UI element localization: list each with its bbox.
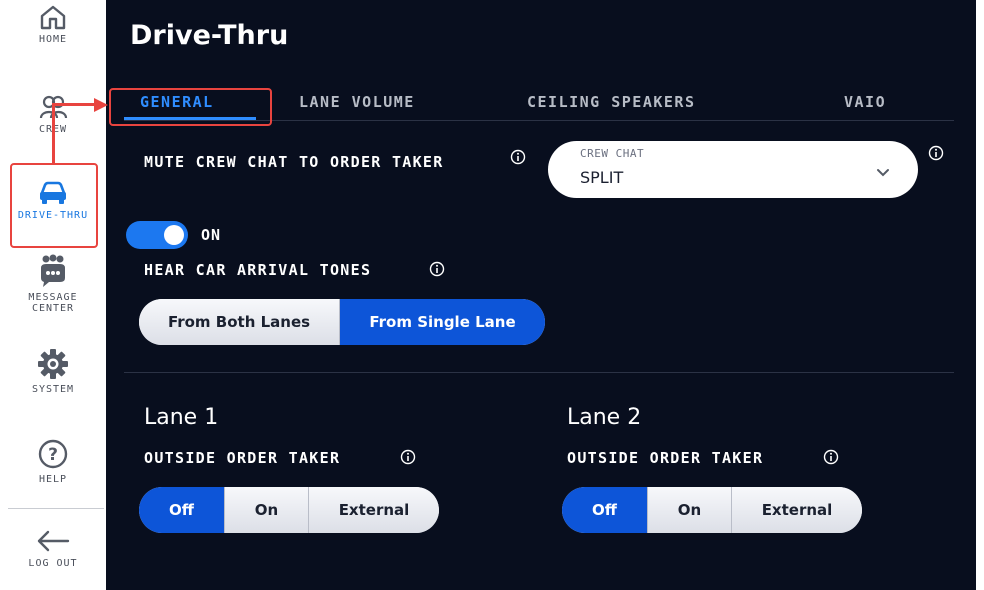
tab-ceiling-speakers[interactable]: CEILING SPEAKERS — [527, 93, 696, 111]
toggle-state-label: ON — [201, 226, 222, 244]
sidebar-item-system[interactable]: SYSTEM — [0, 348, 106, 395]
info-icon[interactable] — [510, 149, 526, 169]
crew-chat-dropdown[interactable]: CREW CHAT SPLIT — [548, 141, 918, 198]
section-divider — [124, 372, 954, 373]
general-tab-highlight-box — [109, 88, 272, 126]
annotation-connector-vertical — [52, 103, 55, 163]
message-center-icon — [37, 254, 69, 288]
sidebar-item-label: LOG OUT — [28, 558, 78, 569]
info-icon[interactable] — [429, 261, 445, 281]
sidebar-item-home[interactable]: HOME — [0, 4, 106, 45]
lane-2-on-button[interactable]: On — [648, 487, 732, 533]
lane-1-title: Lane 1 — [144, 405, 219, 430]
sidebar: HOME CREW DRIVE-THRU MESSAGE CENTER — [0, 0, 106, 590]
from-single-lane-button[interactable]: From Single Lane — [340, 299, 545, 345]
tab-vaio[interactable]: VAIO — [844, 93, 886, 111]
help-icon: ? — [37, 438, 69, 470]
sidebar-item-log-out[interactable]: LOG OUT — [0, 528, 106, 569]
sidebar-divider — [8, 508, 104, 509]
info-icon[interactable] — [823, 449, 839, 469]
lane-2-order-taker-selector: Off On External — [562, 487, 862, 533]
sidebar-item-help[interactable]: ? HELP — [0, 438, 106, 485]
annotation-arrow-icon — [94, 97, 108, 116]
from-both-lanes-button[interactable]: From Both Lanes — [139, 299, 340, 345]
sidebar-item-label: SYSTEM — [31, 384, 75, 395]
sidebar-item-label: HELP — [38, 474, 68, 485]
gear-icon — [37, 348, 69, 380]
sidebar-item-label: MESSAGE CENTER — [28, 292, 78, 314]
sidebar-item-message-center[interactable]: MESSAGE CENTER — [0, 254, 106, 314]
crew-chat-dropdown-value: SPLIT — [580, 168, 624, 187]
sidebar-item-label: HOME — [38, 34, 68, 45]
toggle-knob — [164, 225, 184, 245]
lane-2-off-button[interactable]: Off — [562, 487, 648, 533]
tab-lane-volume[interactable]: LANE VOLUME — [299, 93, 415, 111]
lane-1-order-taker-label: OUTSIDE ORDER TAKER — [144, 449, 341, 467]
lane-1-order-taker-selector: Off On External — [139, 487, 439, 533]
chevron-down-icon — [876, 163, 890, 182]
lane-2-order-taker-label: OUTSIDE ORDER TAKER — [567, 449, 764, 467]
mute-crew-chat-toggle[interactable] — [126, 221, 188, 249]
car-arrival-tones-label: HEAR CAR ARRIVAL TONES — [144, 261, 372, 279]
lane-1-external-button[interactable]: External — [309, 487, 439, 533]
annotation-connector-horizontal — [52, 103, 98, 106]
info-icon[interactable] — [400, 449, 416, 469]
info-icon[interactable] — [928, 145, 944, 165]
arrow-left-icon — [35, 528, 71, 554]
home-icon — [39, 4, 67, 30]
page-title: Drive-Thru — [130, 20, 289, 51]
lane-1-off-button[interactable]: Off — [139, 487, 225, 533]
svg-text:?: ? — [48, 445, 58, 465]
lane-2-external-button[interactable]: External — [732, 487, 862, 533]
crew-chat-dropdown-label: CREW CHAT — [580, 147, 645, 160]
car-arrival-tones-selector: From Both Lanes From Single Lane — [139, 299, 545, 345]
drive-thru-highlight-box — [10, 163, 98, 248]
mute-crew-chat-label: MUTE CREW CHAT TO ORDER TAKER — [144, 153, 444, 171]
lane-1-on-button[interactable]: On — [225, 487, 309, 533]
lane-2-title: Lane 2 — [567, 405, 642, 430]
